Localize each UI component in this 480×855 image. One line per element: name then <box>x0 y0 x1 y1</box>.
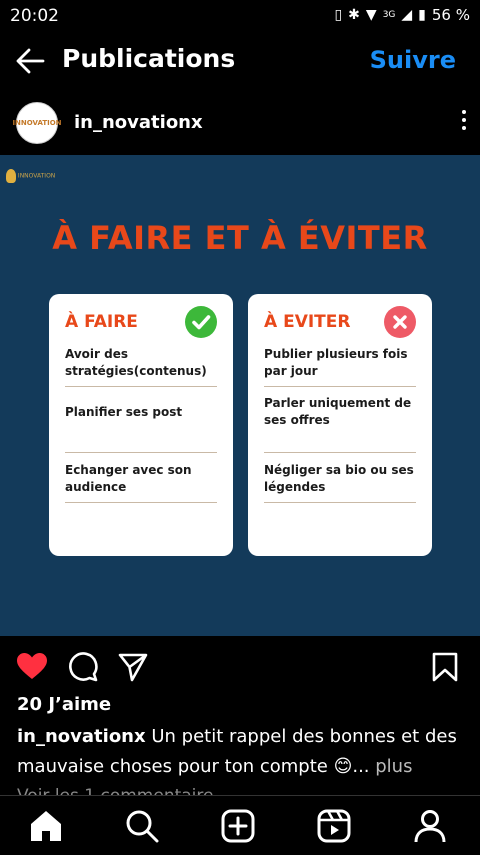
do-card-title: À FAIRE <box>65 312 138 332</box>
checkmark-icon <box>185 306 217 338</box>
wifi-icon: ▼ <box>365 7 377 23</box>
comment-icon[interactable] <box>68 652 98 686</box>
signal-icon: ◢ <box>401 7 413 23</box>
bottom-navigation <box>0 795 480 855</box>
post-actions <box>0 640 480 690</box>
do-item: Avoir des stratégies(contenus) <box>65 346 217 387</box>
post-author-row: INNOVATION in_novationx <box>0 96 480 152</box>
follow-button[interactable]: Suivre <box>370 46 456 74</box>
dont-card-title: À EVITER <box>264 312 351 332</box>
dont-card: À EVITER Publier plusieurs fois par jour… <box>248 294 432 556</box>
app-header: Publications Suivre <box>0 32 480 90</box>
post-caption: in_novationx Un petit rappel des bonnes … <box>17 722 467 782</box>
do-item: Echanger avec son audience <box>65 462 217 503</box>
profile-icon[interactable] <box>412 808 448 844</box>
post-logo-text: INNOVATION <box>17 172 56 180</box>
status-icons: ▯ ✱ ▼ 3G ◢ ▮ 56 % <box>334 6 470 24</box>
author-username[interactable]: in_novationx <box>74 112 203 133</box>
create-icon[interactable] <box>220 808 256 844</box>
do-card: À FAIRE Avoir des stratégies(contenus) P… <box>49 294 233 556</box>
heart-icon[interactable] <box>16 652 48 684</box>
post-heading: À FAIRE ET À ÉVITER <box>52 219 428 257</box>
page-title: Publications <box>62 44 236 73</box>
send-icon[interactable] <box>118 652 148 686</box>
more-options-icon[interactable] <box>460 110 468 136</box>
lightbulb-icon <box>6 169 16 183</box>
caption-more-link[interactable]: plus <box>370 756 412 777</box>
home-icon[interactable] <box>28 808 64 844</box>
do-item: Planifier ses post <box>65 404 217 453</box>
battery-icon: ▮ <box>418 7 426 23</box>
post-image[interactable]: INNOVATION À FAIRE ET À ÉVITER À FAIRE A… <box>0 155 480 636</box>
avatar-logo: INNOVATION <box>12 119 62 127</box>
reels-icon[interactable] <box>316 808 352 844</box>
vibrate-icon: ▯ <box>334 7 343 23</box>
avatar[interactable]: INNOVATION <box>12 102 62 144</box>
search-icon[interactable] <box>124 808 160 844</box>
like-count[interactable]: 20 J’aime <box>17 694 111 715</box>
dont-item: Publier plusieurs fois par jour <box>264 346 416 387</box>
cross-icon <box>384 306 416 338</box>
bluetooth-icon: ✱ <box>348 7 360 23</box>
dont-item: Parler uniquement de ses offres <box>264 395 416 453</box>
network-label: 3G <box>382 10 396 20</box>
post-logo: INNOVATION <box>6 169 66 195</box>
back-arrow-icon[interactable] <box>14 46 46 76</box>
dont-item: Négliger sa bio ou ses légendes <box>264 462 416 503</box>
caption-username[interactable]: in_novationx <box>17 726 146 747</box>
battery-level: 56 % <box>431 6 470 24</box>
status-time: 20:02 <box>10 6 59 26</box>
status-bar: 20:02 ▯ ✱ ▼ 3G ◢ ▮ 56 % <box>0 0 480 32</box>
bookmark-icon[interactable] <box>432 652 458 686</box>
